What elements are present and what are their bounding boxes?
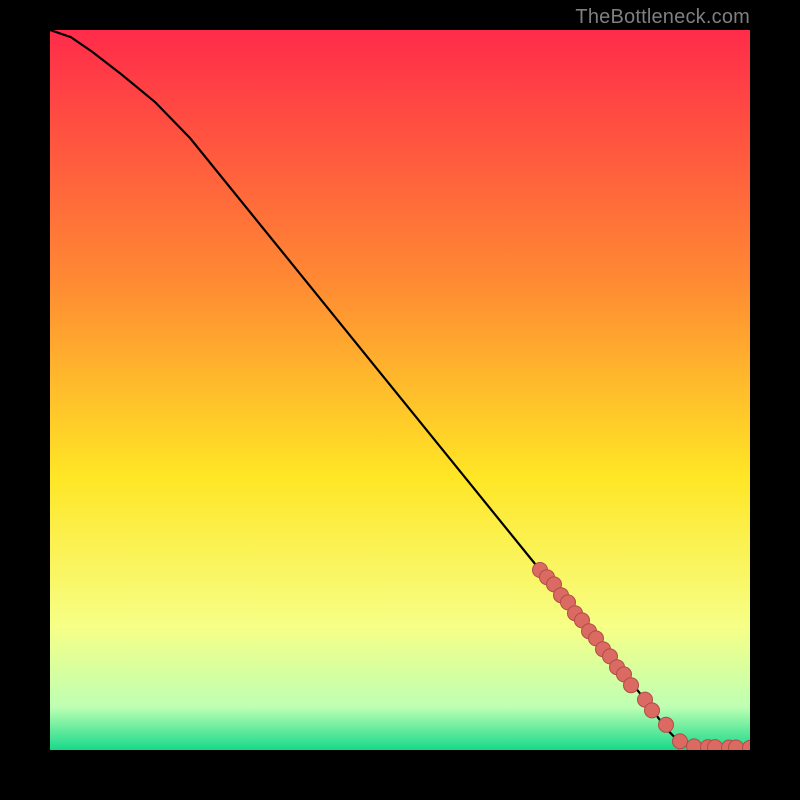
marker-dot — [729, 740, 744, 750]
marker-dot — [673, 734, 688, 749]
curve-line — [50, 30, 750, 748]
marker-group — [533, 563, 751, 751]
marker-dot — [708, 740, 723, 750]
marker-dot — [687, 739, 702, 750]
marker-dot — [743, 740, 751, 750]
marker-dot — [659, 717, 674, 732]
marker-dot — [645, 703, 660, 718]
plot-area — [50, 30, 750, 750]
marker-dot — [624, 678, 639, 693]
attribution-text: TheBottleneck.com — [575, 6, 750, 29]
chart-stage: TheBottleneck.com — [0, 0, 800, 800]
chart-svg — [50, 30, 750, 750]
